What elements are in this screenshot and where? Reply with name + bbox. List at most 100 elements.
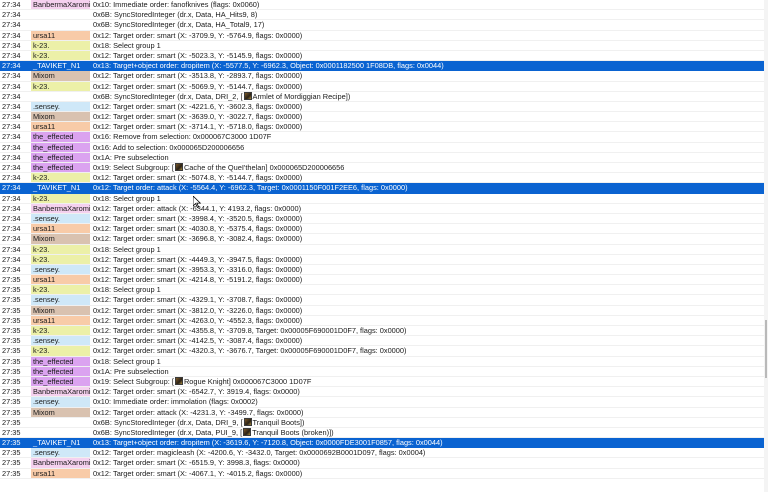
log-time: 27:35 bbox=[2, 468, 21, 478]
log-time: 27:35 bbox=[2, 356, 21, 366]
log-row[interactable]: 27:34 .sensey. 0x12: Target order: smart (… bbox=[0, 213, 764, 225]
log-player bbox=[31, 10, 90, 20]
log-time: 27:34 bbox=[2, 10, 21, 20]
log-player: _TAVIKET_N1 bbox=[33, 61, 81, 71]
log-row[interactable]: 27:34 the_effected 0x16: Remove from selec… bbox=[0, 132, 764, 143]
log-time: 27:35 bbox=[2, 417, 21, 427]
replay-action-log[interactable]: 27:34 BanbermaXaromi 0x10: Immediate order… bbox=[0, 0, 765, 492]
log-player bbox=[31, 427, 90, 438]
log-player: _TAVIKET_N1 bbox=[33, 183, 81, 193]
log-player: k-23. bbox=[31, 50, 90, 61]
log-player: BanbermaXaromi bbox=[31, 203, 91, 213]
log-row[interactable]: 27:34 ursa11 0x12: Target order: smart (X:… bbox=[0, 224, 764, 235]
log-time: 27:35 bbox=[2, 376, 21, 386]
log-message: 0x18: Select group 1 bbox=[93, 357, 760, 366]
log-time: 27:34 bbox=[2, 244, 21, 254]
log-time: 27:35 bbox=[2, 438, 21, 448]
log-row[interactable]: 27:34 ursa11 0x12: Target order: smart (X:… bbox=[0, 30, 764, 41]
log-row[interactable]: 27:34 k-23. 0x12: Target order: smart (X: … bbox=[0, 81, 764, 92]
log-row[interactable]: 27:35 the_effected 0x19: Select Subgroup: … bbox=[0, 376, 764, 388]
log-player: .sensey. bbox=[31, 397, 90, 407]
log-row[interactable]: 27:35 k-23. 0x12: Target order: smart (X: … bbox=[0, 326, 764, 337]
log-row[interactable]: 27:34 0x6B: SyncStoredInteger (dr.x, Data… bbox=[0, 91, 764, 102]
log-time: 27:34 bbox=[2, 61, 21, 71]
log-player: the_effected bbox=[31, 356, 90, 366]
log-row[interactable]: 27:35 Mixom 0x12: Target order: smart (X: … bbox=[0, 305, 764, 316]
log-row[interactable]: 27:35 0x6B: SyncStoredInteger (dr.x, Data… bbox=[0, 417, 764, 428]
log-row[interactable]: 27:34 .sensey. 0x12: Target order: smart (… bbox=[0, 101, 764, 113]
log-row[interactable]: 27:34 the_effected 0x16: Add to selection:… bbox=[0, 142, 764, 153]
log-row[interactable]: 27:34 Mixom 0x12: Target order: smart (X: … bbox=[0, 112, 764, 123]
log-message: 0x13: Target+object order: dropitem (X: … bbox=[93, 61, 760, 71]
log-row[interactable]: 27:34 0x6B: SyncStoredInteger (dr.x, Data… bbox=[0, 20, 764, 31]
log-row[interactable]: 27:34 BanbermaXaromi 0x12: Target order: a… bbox=[0, 203, 764, 214]
log-message: 0x12: Target order: attack (X: -5564.4, … bbox=[93, 183, 760, 192]
log-row[interactable]: 27:35 BanbermaXaromi 0x12: Target order: s… bbox=[0, 387, 764, 398]
vertical-scrollbar[interactable] bbox=[764, 0, 768, 492]
log-row[interactable]: 27:35 the_effected 0x1A: Pre subselection bbox=[0, 366, 764, 377]
log-time: 27:35 bbox=[2, 366, 21, 376]
log-message-text: 0x12: Target order: smart (X: -4449.3, Y… bbox=[93, 254, 303, 264]
log-message: 0x12: Target order: smart (X: -6542.7, Y… bbox=[93, 387, 760, 396]
log-message: 0x18: Select group 1 bbox=[93, 245, 760, 254]
log-row[interactable]: 27:34 _TAVIKET_N1 0x12: Target order: atta… bbox=[0, 183, 764, 194]
log-row[interactable]: 27:34 the_effected 0x19: Select Subgroup: … bbox=[0, 163, 764, 174]
log-message-text: 0x12: Target order: smart (X: -3998.4, Y… bbox=[93, 213, 303, 223]
log-message: 0x6B: SyncStoredInteger (dr.x, Data, DRI… bbox=[93, 91, 760, 101]
log-row[interactable]: 27:34 k-23. 0x12: Target order: smart (X: … bbox=[0, 254, 764, 265]
log-row[interactable]: 27:35 ursa11 0x12: Target order: smart (X:… bbox=[0, 468, 764, 479]
log-row[interactable]: 27:34 k-23. 0x18: Select group 1 bbox=[0, 244, 764, 255]
log-message-text: 0x13: Target+object order: dropitem (X: … bbox=[93, 61, 444, 71]
log-row[interactable]: 27:34 k-23. 0x12: Target order: smart (X: … bbox=[0, 173, 764, 184]
log-row[interactable]: 27:35 Mixom 0x12: Target order: attack (X:… bbox=[0, 407, 764, 418]
log-row[interactable]: 27:35 k-23. 0x18: Select group 1 bbox=[0, 285, 764, 296]
log-time: 27:34 bbox=[2, 163, 21, 172]
log-message: 0x12: Target order: smart (X: -5074.8, Y… bbox=[93, 173, 760, 182]
log-row[interactable]: 27:35 .sensey. 0x12: Target order: smart (… bbox=[0, 295, 764, 306]
log-row[interactable]: 27:34 k-23. 0x18: Select group 1 bbox=[0, 40, 764, 51]
log-message-text: 0x19: Select Subgroup: [ bbox=[93, 376, 174, 386]
log-row[interactable]: 27:35 .sensey. 0x12: Target order: smart (… bbox=[0, 336, 764, 347]
log-row[interactable]: 27:34 .sensey. 0x12: Target order: smart (… bbox=[0, 264, 764, 276]
log-row[interactable]: 27:34 k-23. 0x18: Select group 1 bbox=[0, 193, 764, 204]
log-row[interactable]: 27:35 _TAVIKET_N1 0x13: Target+object orde… bbox=[0, 438, 764, 449]
log-message-text: 0x12: Target order: smart (X: -3639.0, Y… bbox=[93, 112, 303, 122]
log-player: the_effected bbox=[31, 142, 90, 152]
log-player: k-23. bbox=[31, 254, 90, 264]
log-row[interactable]: 27:34 ursa11 0x12: Target order: smart (X:… bbox=[0, 122, 764, 133]
log-row[interactable]: 27:34 Mixom 0x12: Target order: smart (X: … bbox=[0, 71, 764, 82]
log-row[interactable]: 27:35 the_effected 0x18: Select group 1 bbox=[0, 356, 764, 367]
log-message: 0x10: Immediate order: fanofknives (flag… bbox=[93, 0, 760, 9]
log-message-item: Armlet of Mordiggian Recipe]) bbox=[252, 91, 351, 101]
log-row[interactable]: 27:34 BanbermaXaromi 0x10: Immediate order… bbox=[0, 0, 764, 11]
log-row[interactable]: 27:34 _TAVIKET_N1 0x13: Target+object orde… bbox=[0, 61, 764, 72]
log-message-item: Tranquil Boots]) bbox=[252, 417, 305, 427]
log-row[interactable]: 27:35 k-23. 0x12: Target order: smart (X: … bbox=[0, 346, 764, 357]
log-message-text: 0x12: Target order: smart (X: -5069.9, Y… bbox=[93, 81, 303, 91]
scrollbar-thumb[interactable] bbox=[765, 320, 767, 378]
log-time: 27:34 bbox=[2, 91, 21, 101]
log-row[interactable]: 27:35 ursa11 0x12: Target order: smart (X:… bbox=[0, 275, 764, 286]
log-player: ursa11 bbox=[31, 122, 90, 132]
log-row[interactable]: 27:34 Mixom 0x12: Target order: smart (X: … bbox=[0, 234, 764, 245]
log-time: 27:34 bbox=[2, 254, 21, 264]
log-row[interactable]: 27:34 the_effected 0x1A: Pre subselection bbox=[0, 152, 764, 163]
log-message-text: 0x12: Target order: smart (X: -5023.3, Y… bbox=[93, 50, 303, 60]
log-row[interactable]: 27:34 k-23. 0x12: Target order: smart (X: … bbox=[0, 50, 764, 62]
log-time: 27:35 bbox=[2, 326, 21, 335]
log-row[interactable]: 27:35 .sensey. 0x10: Immediate order: immo… bbox=[0, 397, 764, 408]
log-message-item: Rogue Knight] 0x000067C3000 1D07F bbox=[183, 376, 312, 386]
log-message: 0x6B: SyncStoredInteger (dr.x, Data, HA_… bbox=[93, 20, 760, 29]
log-row[interactable]: 27:35 ursa11 0x12: Target order: smart (X:… bbox=[0, 315, 764, 326]
log-row[interactable]: 27:35 0x6B: SyncStoredInteger (dr.x, Data… bbox=[0, 427, 764, 439]
log-row[interactable]: 27:35 BanbermaXaromi 0x12: Target order: s… bbox=[0, 458, 764, 469]
log-message: 0x12: Target order: smart (X: -4221.6, Y… bbox=[93, 102, 760, 111]
log-message-text: 0x12: Target order: smart (X: -3696.8, Y… bbox=[93, 234, 303, 244]
log-message-text: 0x18: Select group 1 bbox=[93, 40, 161, 50]
log-player: k-23. bbox=[31, 244, 90, 254]
log-row[interactable]: 27:35 .sensey. 0x12: Target order: magicle… bbox=[0, 448, 764, 459]
log-row[interactable]: 27:34 0x6B: SyncStoredInteger (dr.x, Data… bbox=[0, 10, 764, 21]
log-message: 0x12: Target order: smart (X: -3953.3, Y… bbox=[93, 265, 760, 274]
log-message-text: 0x6B: SyncStoredInteger (dr.x, Data, DRI… bbox=[93, 91, 243, 101]
log-player: Mixom bbox=[31, 407, 90, 417]
